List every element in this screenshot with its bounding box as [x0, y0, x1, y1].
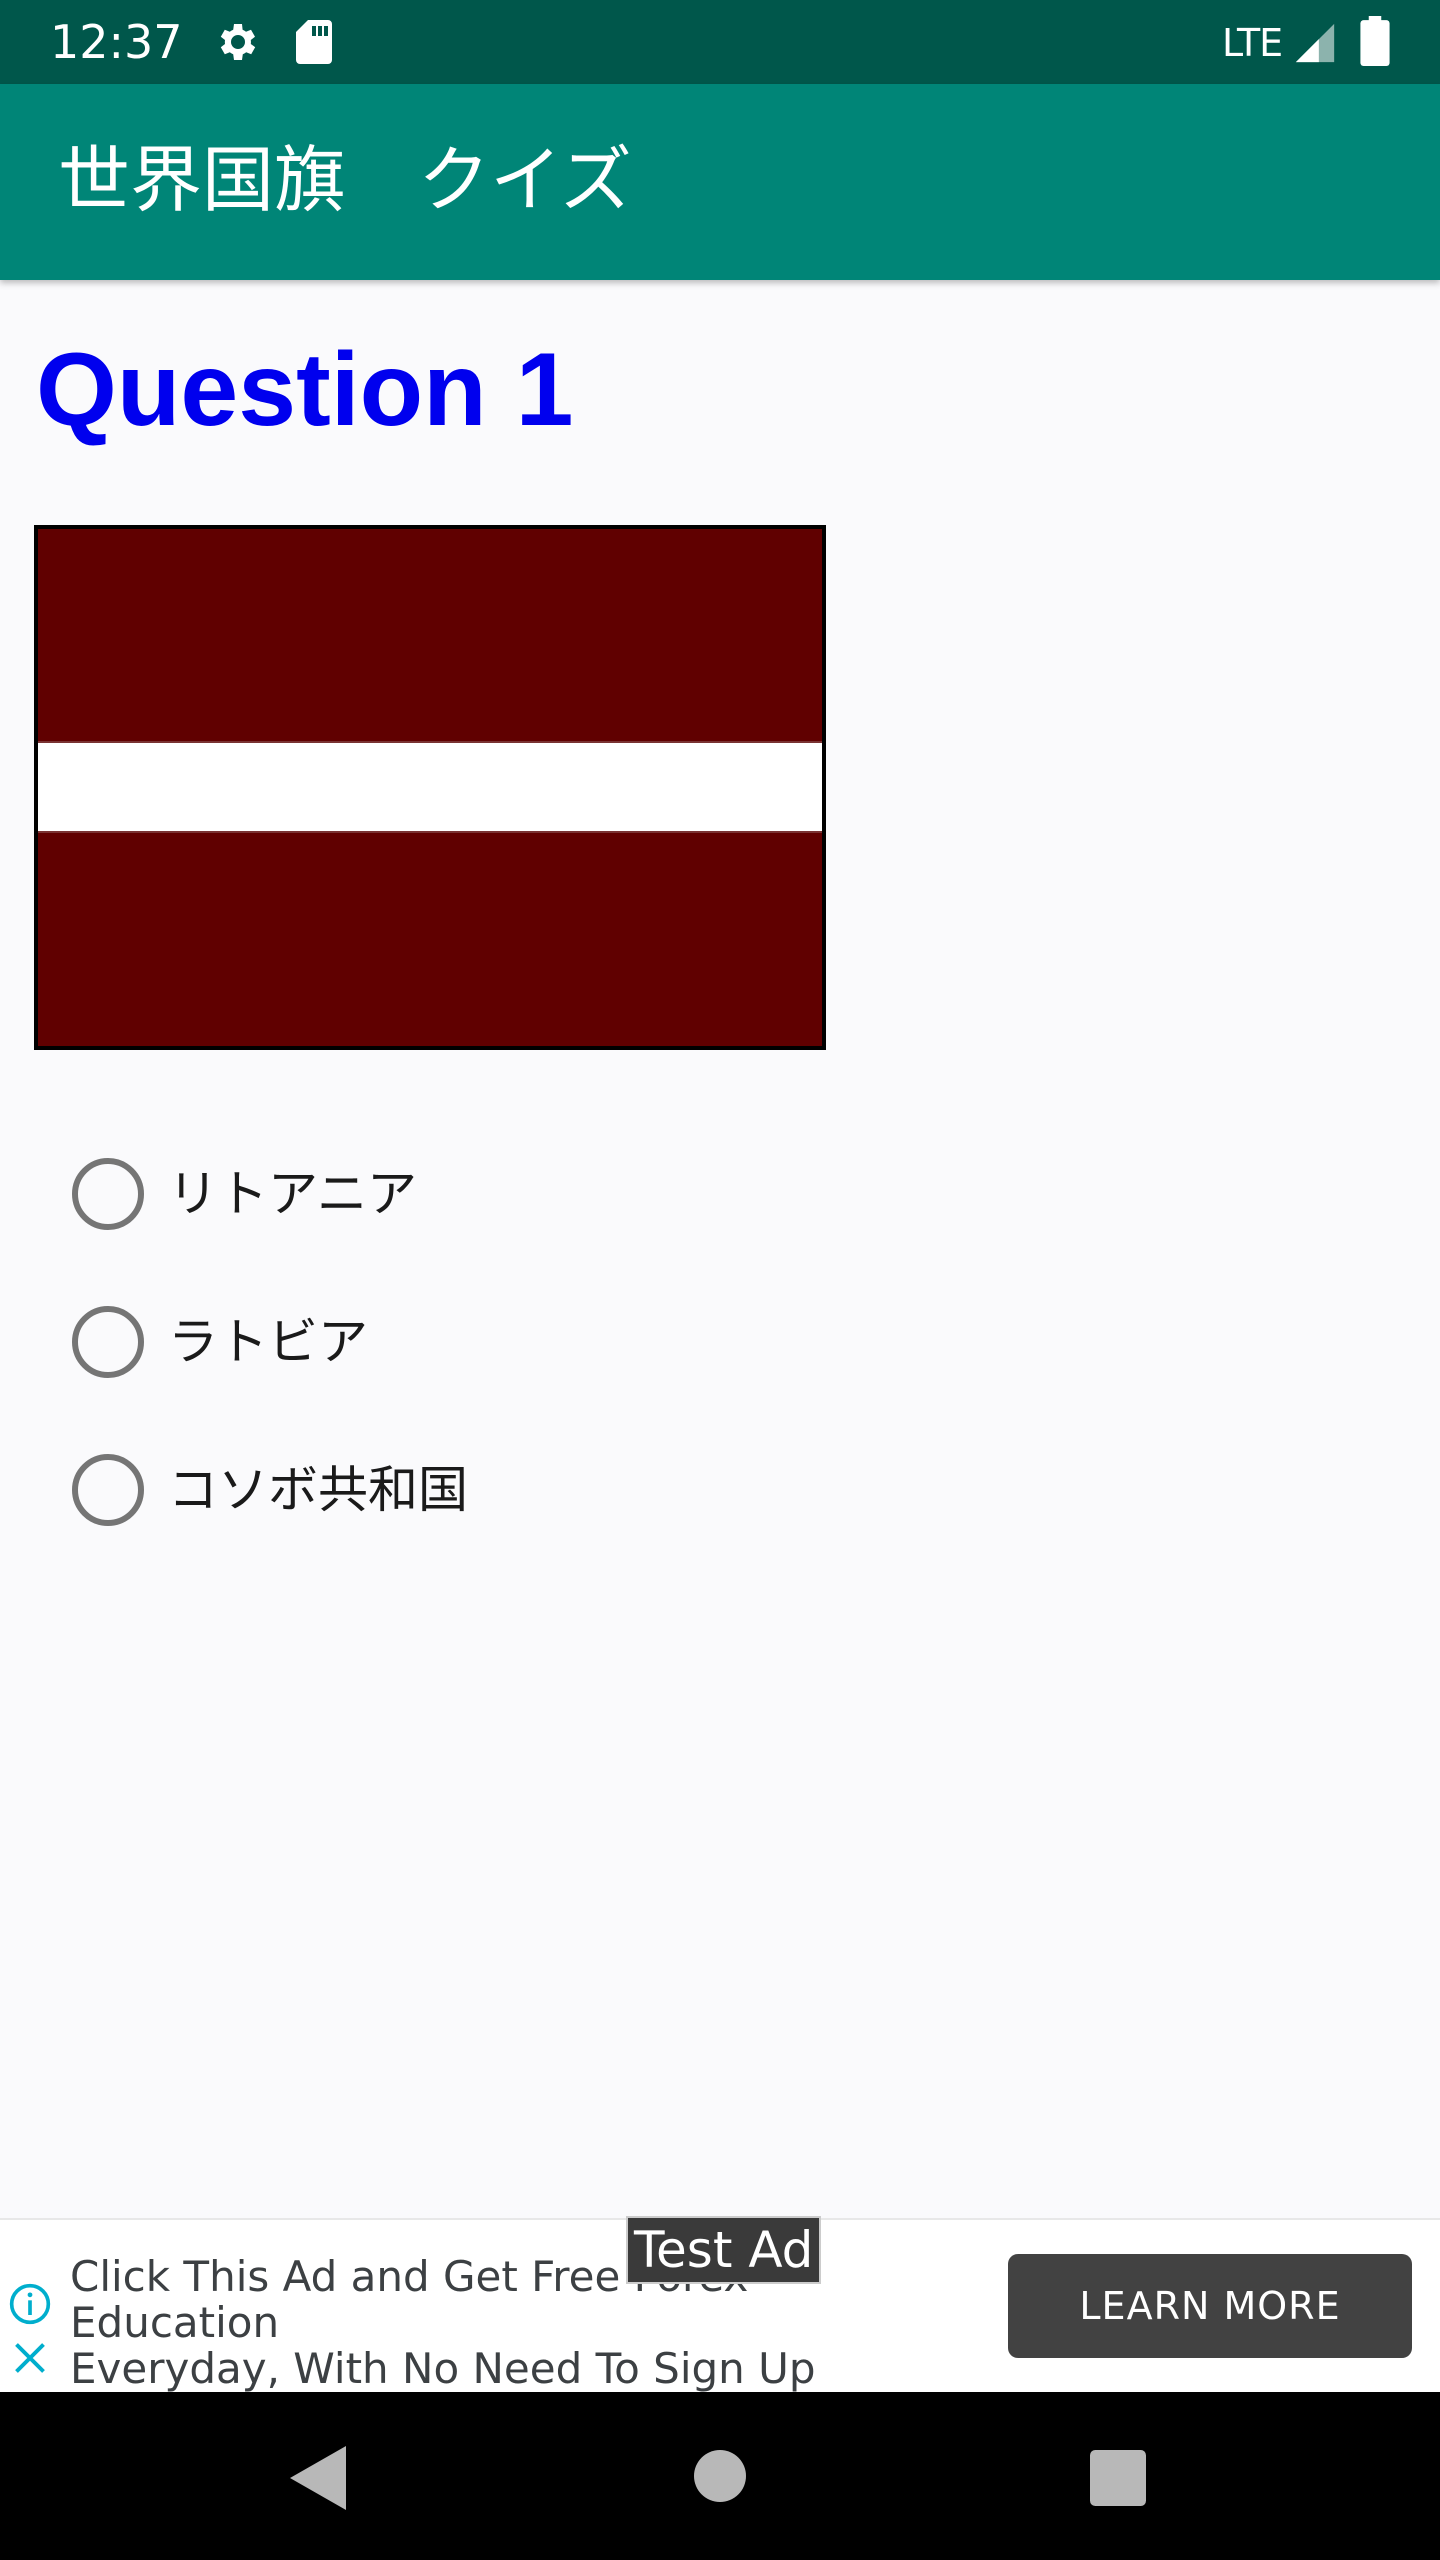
learn-more-button[interactable]: LEARN MORE: [1008, 2254, 1412, 2358]
ad-text[interactable]: Click This Ad and Get Free Forex Educati…: [70, 2254, 970, 2392]
answer-label: ラトビア: [168, 1313, 368, 1371]
info-icon[interactable]: [8, 2282, 52, 2326]
status-time: 12:37: [50, 15, 183, 69]
battery-icon: [1360, 16, 1390, 66]
sd-card-icon: [296, 20, 332, 64]
back-icon[interactable]: [290, 2446, 346, 2510]
screen: 12:37 LTE 世界国旗 クイズ Question 1 リトアニア ラトビア: [0, 0, 1440, 2560]
recents-icon[interactable]: [1090, 2450, 1146, 2506]
radio-button[interactable]: [72, 1306, 144, 1378]
close-icon[interactable]: [12, 2340, 48, 2376]
answer-label: コソボ共和国: [168, 1461, 468, 1519]
answer-option-1[interactable]: リトアニア: [72, 1155, 772, 1235]
app-title: 世界国旗 クイズ: [58, 138, 632, 222]
test-ad-label: Test Ad: [626, 2216, 822, 2284]
radio-button[interactable]: [72, 1454, 144, 1526]
answer-option-2[interactable]: ラトビア: [72, 1303, 772, 1383]
gear-icon: [220, 24, 256, 60]
radio-button[interactable]: [72, 1158, 144, 1230]
question-title: Question 1: [36, 332, 574, 448]
answer-option-3[interactable]: コソボ共和国: [72, 1451, 772, 1531]
ad-text-line-1: Click This Ad and Get Free Forex Educati…: [70, 2252, 749, 2347]
home-icon[interactable]: [694, 2450, 746, 2502]
answer-label: リトアニア: [168, 1165, 417, 1223]
signal-icon: [1295, 23, 1335, 63]
ad-text-line-2: Everyday, With No Need To Sign Up: [70, 2344, 816, 2393]
navigation-bar: [0, 2392, 1440, 2560]
app-bar: 世界国旗 クイズ: [0, 84, 1440, 280]
flag-image: [34, 525, 826, 1050]
ad-banner[interactable]: Click This Ad and Get Free Forex Educati…: [0, 2216, 1440, 2392]
status-bar: 12:37 LTE: [0, 0, 1440, 84]
network-type: LTE: [1222, 21, 1283, 65]
flag-stripe: [38, 741, 822, 833]
